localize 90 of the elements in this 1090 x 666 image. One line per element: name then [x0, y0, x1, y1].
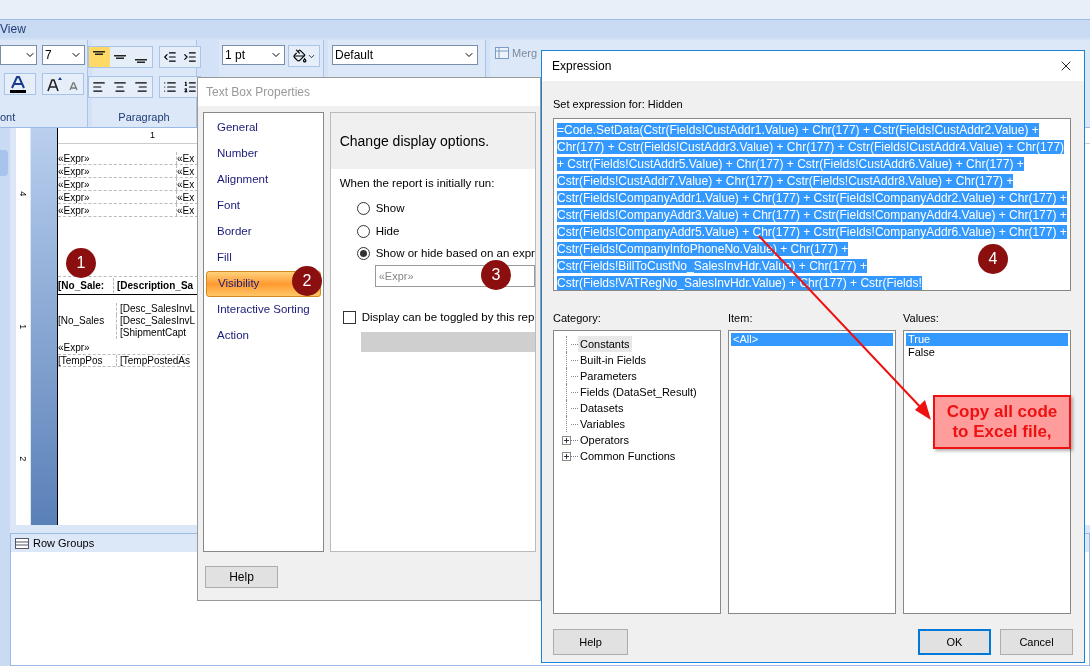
group-label: Paragraph — [118, 109, 170, 125]
grow-font-icon — [45, 76, 62, 92]
category-item[interactable]: Alignment — [206, 167, 321, 193]
ruler-label: 2 — [17, 456, 30, 462]
report-cell-text: [TempPos — [58, 355, 104, 366]
field-label: Category: — [553, 310, 602, 326]
bullet-list-icon — [162, 80, 177, 94]
category-item[interactable]: Number — [206, 141, 321, 167]
menu-tab[interactable]: View — [0, 20, 26, 38]
field-label: Item: — [728, 310, 754, 326]
report-cell: «Ex — [176, 178, 195, 190]
field-label: Set expression for: Hidden — [553, 97, 684, 112]
font-name-dropdown[interactable] — [0, 45, 37, 65]
report-cell: [Desc_SalesInvL — [116, 303, 196, 315]
ruler-label: 1 — [150, 128, 155, 142]
report-cell-text: «Expr» — [58, 178, 91, 190]
tree-item[interactable]: Variables — [578, 415, 628, 433]
vertical-align-button[interactable] — [130, 47, 152, 67]
report-cell-text: «Expr» — [58, 204, 91, 216]
report-cell-text: [No_Sales — [58, 315, 106, 327]
grid-icon — [15, 537, 29, 549]
tree-item[interactable]: Operators — [578, 431, 631, 449]
tree-item[interactable]: Fields (DataSet_Result) — [578, 383, 699, 401]
report-cell-text: «Expr» — [58, 191, 91, 203]
window-title: Expression — [552, 58, 612, 75]
cancel-button[interactable]: Cancel — [1000, 629, 1073, 655]
list-item[interactable]: False — [906, 346, 1068, 359]
group-label: ont — [0, 109, 16, 125]
field-label: Values: — [903, 310, 940, 326]
report-cell: «Expr» — [58, 341, 90, 354]
report-cell: «Ex — [176, 204, 195, 216]
checkbox[interactable] — [342, 311, 356, 325]
radio-label: Show — [375, 201, 405, 217]
align-right-icon — [134, 80, 148, 94]
decrease-indent-icon — [162, 50, 177, 64]
paint-bucket-icon — [292, 49, 307, 63]
help-button[interactable]: Help — [205, 566, 278, 588]
style-dropdown[interactable]: Default — [332, 45, 478, 65]
vertical-align-icon — [114, 55, 126, 59]
increase-indent-icon — [182, 50, 197, 64]
numbered-list-icon — [182, 80, 197, 94]
align-left-icon — [92, 80, 106, 94]
report-cell-text: [No_Sale: — [58, 279, 106, 293]
tree-item[interactable]: Constants — [578, 335, 632, 353]
ruler-label: 1 — [17, 324, 30, 329]
table-cells-icon — [495, 47, 509, 60]
report-cell: «Ex — [176, 152, 195, 164]
font-size-buttons[interactable] — [42, 73, 84, 95]
section-heading: Change display options. — [339, 131, 490, 151]
report-cell-text: «Expr» — [58, 165, 91, 177]
report-cell: «Ex — [176, 191, 195, 203]
vertical-align-button[interactable] — [109, 47, 131, 67]
category-item[interactable]: Interactive Sorting — [206, 297, 321, 323]
tree-item[interactable]: Parameters — [578, 367, 639, 385]
tree-item[interactable]: Datasets — [578, 399, 626, 417]
report-cell: [TempPostedAs — [116, 355, 191, 366]
radio-label: Hide — [375, 223, 400, 239]
font-size-dropdown[interactable]: 7 — [42, 45, 85, 65]
ok-button[interactable]: OK — [918, 629, 991, 655]
report-cell: [ShipmentCapt — [116, 327, 187, 339]
radio-button[interactable] — [356, 224, 370, 238]
vertical-align-icon — [93, 51, 105, 55]
border-width-dropdown[interactable]: 1 pt — [222, 45, 285, 65]
font-color-button[interactable] — [4, 73, 36, 95]
vertical-align-button[interactable] — [88, 47, 110, 67]
radio-button[interactable] — [356, 202, 370, 216]
tree-item[interactable]: Common Functions — [578, 447, 678, 465]
expand-icon[interactable] — [562, 451, 571, 461]
align-center-icon — [113, 80, 127, 94]
report-cell: [Description_Sa — [113, 278, 194, 293]
vertical-align-icon — [135, 59, 147, 63]
report-cell: «Ex — [176, 165, 195, 177]
report-cell-text: «Expr» — [58, 152, 91, 164]
radio-button[interactable] — [356, 246, 370, 260]
ruler-label: 4 — [17, 191, 30, 197]
radio-label: Show or hide based on an expr — [375, 245, 535, 261]
category-item[interactable]: Action — [206, 323, 321, 349]
panel-title: Row Groups — [33, 535, 95, 551]
tree-item[interactable]: Built-in Fields — [578, 351, 649, 369]
help-button[interactable]: Help — [553, 629, 628, 655]
category-item[interactable]: General — [206, 115, 321, 141]
checkbox-label: Display can be toggled by this rep — [361, 310, 535, 325]
category-item[interactable]: Font — [206, 193, 321, 219]
report-cell: [Desc_SalesInvL — [116, 315, 196, 327]
expand-icon[interactable] — [562, 435, 571, 445]
category-item[interactable]: Border — [206, 219, 321, 245]
annotation-note: Copy all code to Excel file, — [933, 395, 1071, 449]
window-title: Text Box Properties — [206, 84, 311, 101]
fill-color-button[interactable] — [288, 45, 320, 67]
prompt-text: When the report is initially run: — [339, 176, 496, 191]
